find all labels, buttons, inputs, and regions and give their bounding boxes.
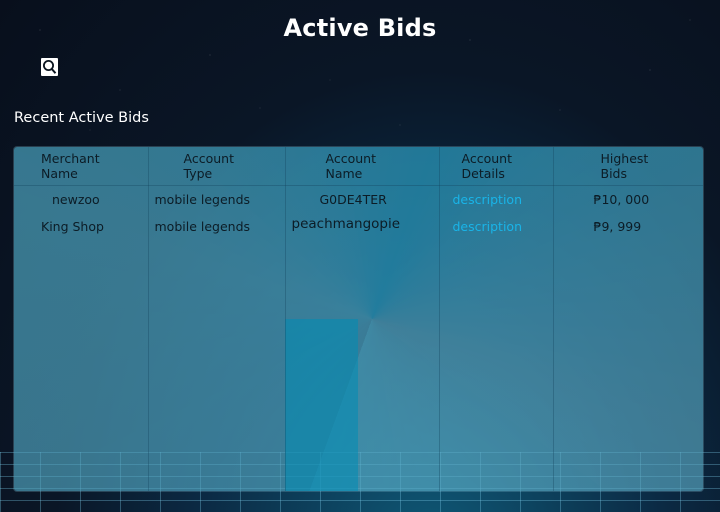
cell-account-type: mobile legends xyxy=(148,185,286,213)
table-row: newzoo mobile legends G0DE4TER descripti… xyxy=(14,185,703,213)
cell-merchant-name: King Shop xyxy=(14,213,149,241)
search-button[interactable] xyxy=(41,58,58,76)
section-title: Recent Active Bids xyxy=(14,110,149,126)
table-header-row: Merchant Name Account Type Account Name … xyxy=(14,147,703,186)
cell-highest-bid: ₱10, 000 xyxy=(593,191,650,207)
cell-account-type: mobile legends xyxy=(148,213,286,241)
header-highest-bids: Highest Bids xyxy=(553,147,703,186)
description-link[interactable]: description xyxy=(453,219,523,234)
cell-merchant-name: newzoo xyxy=(14,185,149,213)
table-empty-space xyxy=(14,241,703,491)
description-link[interactable]: description xyxy=(453,192,523,207)
header-account-type: Account Type xyxy=(148,147,286,186)
header-merchant-name: Merchant Name xyxy=(14,147,149,186)
cell-account-name: peachmangopie xyxy=(285,213,440,241)
cell-account-details: description xyxy=(439,213,554,241)
cell-account-name: G0DE4TER xyxy=(285,185,440,213)
search-icon xyxy=(43,60,57,74)
active-bids-table: Merchant Name Account Type Account Name … xyxy=(14,147,703,491)
cell-account-details: description xyxy=(439,185,554,213)
table-row: King Shop mobile legends peachmangopie d… xyxy=(14,213,703,241)
page-title: Active Bids xyxy=(283,14,437,42)
cell-highest-bid: ₱9, 999 xyxy=(593,219,642,234)
active-bids-table-panel: Merchant Name Account Type Account Name … xyxy=(14,147,703,491)
header-account-details: Account Details xyxy=(439,147,554,186)
header-account-name: Account Name xyxy=(285,147,440,186)
